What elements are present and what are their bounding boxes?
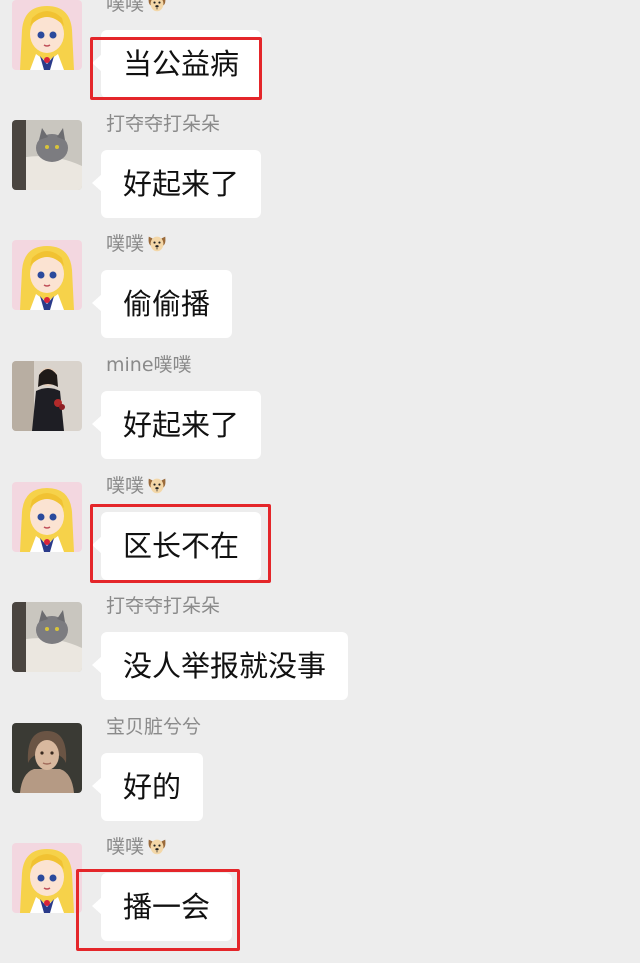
message-row: 噗噗 播一会: [0, 836, 640, 963]
sender-name-text: 噗噗: [106, 0, 145, 15]
message-bubble[interactable]: 好起来了: [91, 150, 262, 218]
sender-name: 宝贝脏兮兮: [106, 716, 202, 738]
message-row: 打夺夺打朵朵 好起来了: [0, 113, 640, 240]
message-bubble[interactable]: 没人举报就没事: [91, 632, 349, 700]
message-bubble[interactable]: 播一会: [91, 873, 233, 941]
cat-photo-avatar-icon[interactable]: [12, 120, 82, 190]
sender-name: mine噗噗: [106, 354, 192, 376]
dog-face-icon: [146, 835, 168, 857]
dog-face-icon: [146, 232, 168, 254]
message-row: 宝贝脏兮兮 好的: [0, 716, 640, 843]
message-row: 打夺夺打朵朵 没人举报就没事: [0, 595, 640, 722]
message-bubble[interactable]: 偷偷播: [91, 270, 233, 338]
person-photo-avatar-icon[interactable]: [12, 361, 82, 431]
message-bubble[interactable]: 好的: [91, 753, 204, 821]
sender-name: 噗噗: [106, 474, 168, 498]
anime-girl-avatar-icon[interactable]: [12, 482, 82, 552]
sender-name: 噗噗: [106, 0, 168, 16]
message-bubble[interactable]: 好起来了: [91, 391, 262, 459]
message-row: 噗噗 当公益病: [0, 0, 640, 120]
portrait-photo-avatar-icon[interactable]: [12, 723, 82, 793]
sender-name: 打夺夺打朵朵: [106, 113, 221, 135]
sender-name: 噗噗: [106, 835, 168, 859]
message-row: mine噗噗 好起来了: [0, 354, 640, 481]
sender-name-text: 噗噗: [106, 233, 145, 255]
sender-name-text: 噗噗: [106, 836, 145, 858]
anime-girl-avatar-icon[interactable]: [12, 0, 82, 70]
message-bubble[interactable]: 当公益病: [91, 30, 262, 98]
sender-name: 打夺夺打朵朵: [106, 595, 221, 617]
message-row: 噗噗 偷偷播: [0, 233, 640, 360]
dog-face-icon: [146, 474, 168, 496]
sender-name-text: 噗噗: [106, 475, 145, 497]
dog-face-icon: [146, 0, 168, 14]
cat-photo-avatar-icon[interactable]: [12, 602, 82, 672]
message-bubble[interactable]: 区长不在: [91, 512, 262, 580]
anime-girl-avatar-icon[interactable]: [12, 843, 82, 913]
message-row: 噗噗 区长不在: [0, 475, 640, 602]
sender-name: 噗噗: [106, 232, 168, 256]
anime-girl-avatar-icon[interactable]: [12, 240, 82, 310]
